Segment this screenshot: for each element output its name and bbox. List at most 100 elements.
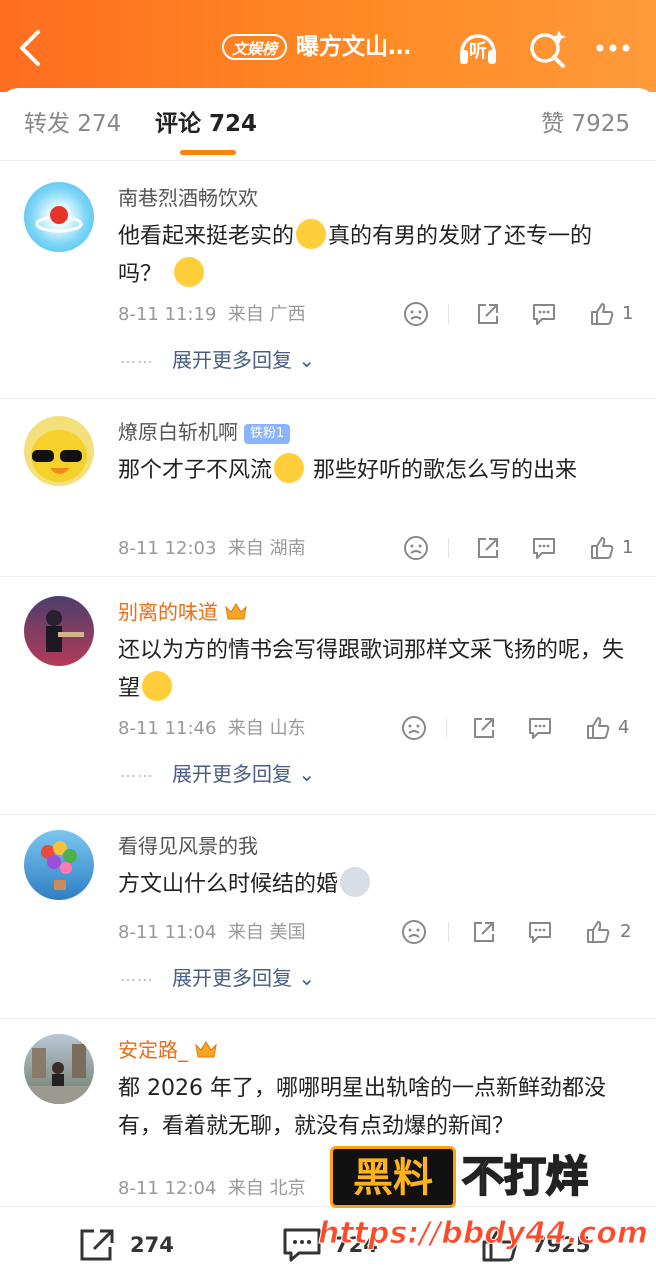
like-count: 1 (622, 537, 634, 558)
share-icon[interactable] (474, 534, 502, 562)
laugh-cry-emoji-icon (296, 219, 327, 249)
forward-count: 274 (130, 1233, 174, 1257)
expand-replies-label: 展开更多回复 (172, 348, 292, 372)
comment-text-part: 方文山什么时候结的婚 (118, 872, 339, 897)
like-count: 1 (622, 303, 634, 324)
dots-icon: ⋯⋯ (120, 970, 154, 989)
divider (446, 718, 447, 738)
tab-forward[interactable]: 转发 274 (24, 108, 121, 140)
ranking-tag[interactable]: 文娱榜 (222, 34, 288, 60)
watermark-logo: 黑料 (330, 1146, 456, 1208)
comment-username[interactable]: 南巷烈酒畅饮欢 (118, 184, 258, 212)
comment-location: 来自 广西 (227, 304, 306, 325)
comment-text: 还以为方的情书会写得跟歌词那样文采飞扬的呢，失望 (118, 632, 628, 708)
comment-username: 安定路_ (118, 1036, 218, 1064)
back-arrow-icon[interactable] (14, 26, 50, 70)
dog-face-emoji-icon (340, 867, 371, 897)
expand-replies-link[interactable]: ⋯⋯ 展开更多回复 ⌄ (120, 964, 315, 994)
comment-item: 别离的味道 还以为方的情书会写得跟歌词那样文采飞扬的呢，失望 8-11 11:4… (0, 576, 656, 815)
listen-label: 听 (469, 41, 487, 62)
tab-likes[interactable]: 赞 7925 (541, 108, 630, 140)
search-sparkle-icon[interactable] (526, 26, 570, 70)
comment-location: 来自 美国 (227, 922, 306, 943)
comment-meta: 8-11 12:04 来自 北京 (118, 1176, 306, 1202)
dislike-face-icon[interactable] (400, 714, 428, 742)
shy-face-emoji-icon (274, 453, 305, 483)
comment-meta: 8-11 11:04 来自 美国 (118, 920, 306, 946)
avatar[interactable] (24, 182, 94, 252)
comment-text: 他看起来挺老实的 真的有男的发财了还专一的吗？ (118, 218, 628, 294)
comment-username-text[interactable]: 别离的味道 (118, 600, 218, 624)
watermark-url: https://bbdy44.com (317, 1216, 649, 1252)
thumb-up-icon[interactable] (584, 918, 612, 946)
reply-bubble-icon[interactable] (530, 534, 558, 562)
reply-bubble-icon[interactable] (526, 714, 554, 742)
thumb-up-icon[interactable] (588, 534, 616, 562)
comment-text: 都 2026 年了，哪哪明星出轨啥的一点新鲜劲都没有，看着就无聊，就没有点劲爆的… (118, 1076, 606, 1139)
comment-time: 8-11 11:46 (118, 718, 217, 739)
laugh-cry-emoji-icon (174, 257, 205, 287)
comment-time: 8-11 12:03 (118, 538, 217, 559)
share-icon[interactable] (470, 918, 498, 946)
comment-actions: 1 (400, 300, 640, 330)
comment-text-part: 那些好听的歌怎么写的出来 (306, 458, 578, 483)
comment-text-part: 那个才子不风流 (118, 458, 273, 483)
like-count: 4 (618, 717, 630, 738)
page-title: 曝方文山… (296, 34, 411, 60)
chevron-down-icon: ⌄ (298, 348, 316, 372)
expand-replies-link[interactable]: ⋯⋯ 展开更多回复 ⌄ (120, 760, 315, 790)
watermark-text: 不打烊 (461, 1151, 589, 1202)
crown-vip-icon (194, 1038, 218, 1058)
comment-time: 8-11 12:04 (118, 1178, 217, 1199)
expand-replies-label: 展开更多回复 (172, 762, 292, 786)
comment-username: 燎原白斩机啊 铁粉1 (118, 418, 291, 446)
comment-location: 来自 北京 (227, 1178, 306, 1199)
laugh-cry-emoji-icon (142, 671, 173, 701)
comment-username-text[interactable]: 安定路_ (118, 1038, 188, 1062)
dots-icon: ⋯⋯ (120, 352, 154, 371)
listen-headphone-icon[interactable]: 听 (456, 26, 500, 70)
fan-badge[interactable]: 铁粉1 (244, 424, 291, 444)
avatar[interactable] (24, 830, 94, 900)
comment-item: 看得见风景的我 方文山什么时候结的婚 8-11 11:04 来自 美国 2 ⋯⋯… (0, 814, 656, 1019)
share-icon[interactable] (474, 300, 502, 328)
avatar[interactable] (24, 1034, 94, 1104)
avatar[interactable] (24, 596, 94, 666)
reply-bubble-icon[interactable] (530, 300, 558, 328)
tab-comments[interactable]: 评论 724 (155, 108, 257, 140)
dislike-face-icon[interactable] (402, 300, 430, 328)
expand-replies-label: 展开更多回复 (172, 966, 292, 990)
comment-time: 8-11 11:04 (118, 922, 217, 943)
avatar[interactable] (24, 416, 94, 486)
comment-location: 来自 山东 (227, 718, 306, 739)
more-dots-icon[interactable] (592, 26, 636, 70)
comment-actions: 2 (400, 918, 640, 948)
comment-meta: 8-11 11:19 来自 广西 (118, 302, 306, 328)
comment-meta: 8-11 11:46 来自 山东 (118, 716, 306, 742)
comment-text: 方文山什么时候结的婚 (118, 866, 628, 904)
active-tab-indicator (180, 150, 236, 155)
forward-button[interactable]: 274 (78, 1227, 198, 1263)
comment-username-text[interactable]: 燎原白斩机啊 (118, 420, 238, 444)
crown-vip-icon (224, 600, 248, 620)
dislike-face-icon[interactable] (402, 534, 430, 562)
comment-meta: 8-11 12:03 来自 湖南 (118, 536, 306, 562)
comment-location: 来自 湖南 (227, 538, 306, 559)
comment-actions: 1 (400, 534, 640, 564)
thumb-up-icon[interactable] (588, 300, 616, 328)
comment-time: 8-11 11:19 (118, 304, 217, 325)
reply-bubble-icon[interactable] (526, 918, 554, 946)
share-icon[interactable] (470, 714, 498, 742)
comment-item: 南巷烈酒畅饮欢 他看起来挺老实的 真的有男的发财了还专一的吗？ 8-11 11:1… (0, 160, 656, 399)
comment-item: 燎原白斩机啊 铁粉1 那个才子不风流 那些好听的歌怎么写的出来 8-11 12:0… (0, 398, 656, 577)
thumb-up-icon[interactable] (584, 714, 612, 742)
comment-text: 那个才子不风流 那些好听的歌怎么写的出来 (118, 452, 628, 490)
dislike-face-icon[interactable] (400, 918, 428, 946)
chevron-down-icon: ⌄ (298, 966, 316, 990)
expand-replies-link[interactable]: ⋯⋯ 展开更多回复 ⌄ (120, 346, 315, 376)
dots-icon: ⋯⋯ (120, 766, 154, 785)
comment-actions: 4 (398, 714, 638, 744)
divider (448, 922, 449, 942)
comment-username[interactable]: 看得见风景的我 (118, 832, 258, 860)
comment-text-part: 他看起来挺老实的 (118, 224, 295, 249)
